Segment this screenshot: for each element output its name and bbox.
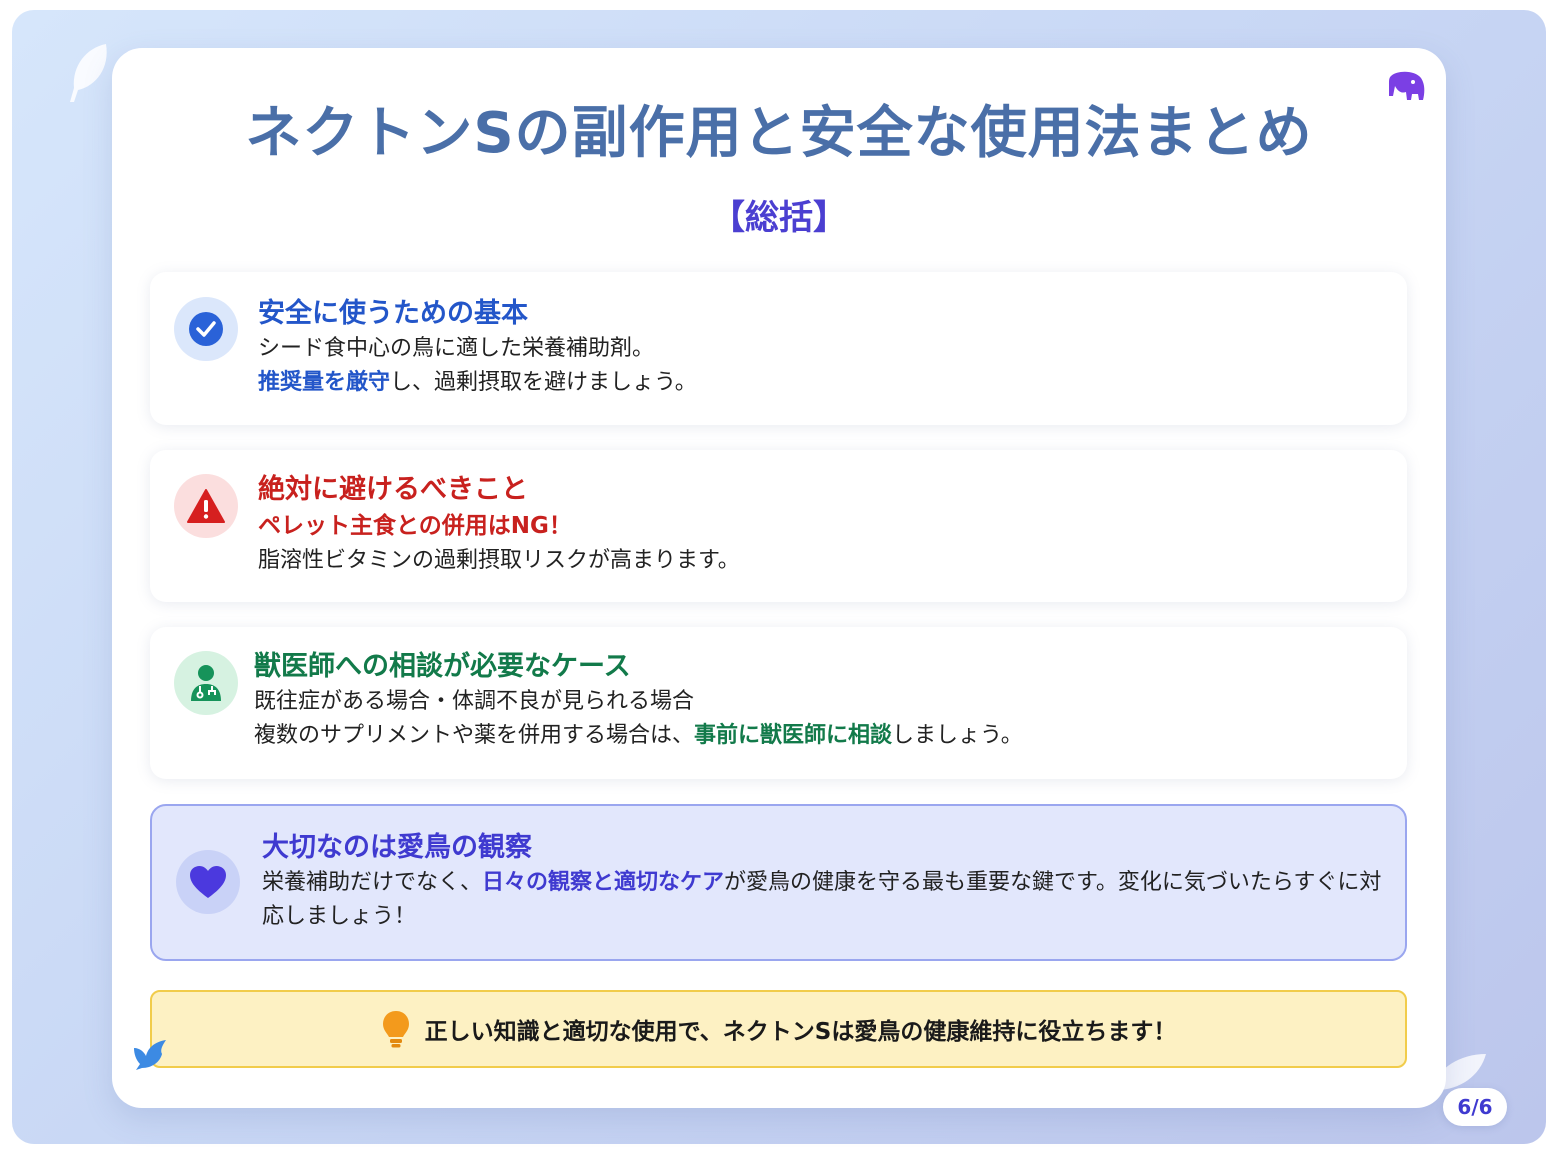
lightbulb-icon bbox=[382, 1011, 409, 1048]
section-text: シード食中心の鳥に適した栄養補助剤。 bbox=[258, 336, 655, 361]
emphasis-text: 事前に獣医師に相談 bbox=[694, 723, 893, 748]
tip-banner: 正しい知識と適切な使用で、ネクトンSは愛鳥の健康維持に役立ちます！ bbox=[150, 990, 1407, 1068]
heart-icon bbox=[176, 850, 240, 914]
section-heading: 大切なのは愛鳥の観察 bbox=[262, 832, 532, 863]
section-safe-basics: 安全に使うための基本 シード食中心の鳥に適した栄養補助剤。 推奨量を厳守し、過剰… bbox=[150, 272, 1407, 425]
section-text: 複数のサプリメントや薬を併用する場合は、事前に獣医師に相談しましょう。 bbox=[254, 719, 1023, 753]
emphasis-text: 推奨量を厳守 bbox=[258, 370, 391, 395]
section-heading: 獣医師への相談が必要なケース bbox=[254, 651, 631, 682]
alert-text: ペレット主食との併用はNG！ bbox=[258, 513, 572, 539]
section-heading: 安全に使うための基本 bbox=[258, 298, 528, 329]
section-text: 脂溶性ビタミンの過剰摂取リスクが高まります。 bbox=[258, 548, 740, 573]
section-observation: 大切なのは愛鳥の観察 栄養補助だけでなく、日々の観察と適切なケアが愛鳥の健康を守… bbox=[150, 804, 1407, 961]
page-subtitle: 【総括】 bbox=[711, 198, 847, 238]
body-text: し、過剰摂取を避けましょう。 bbox=[390, 370, 697, 395]
warning-triangle-icon bbox=[174, 474, 238, 538]
section-text: 栄養補助だけでなく、日々の観察と適切なケアが愛鳥の健康を守る最も重要な鍵です。変… bbox=[262, 866, 1382, 934]
section-heading: 絶対に避けるべきこと bbox=[258, 474, 528, 505]
body-text: 複数のサプリメントや薬を併用する場合は、 bbox=[254, 723, 695, 748]
tip-text: 正しい知識と適切な使用で、ネクトンSは愛鳥の健康維持に役立ちます！ bbox=[424, 1019, 1177, 1045]
section-vet-consult: 獣医師への相談が必要なケース 既往症がある場合・体調不良が見られる場合 複数のサ… bbox=[150, 627, 1407, 779]
emphasis-text: 日々の観察と適切なケア bbox=[482, 870, 725, 895]
section-must-avoid: 絶対に避けるべきこと ペレット主食との併用はNG！ 脂溶性ビタミンの過剰摂取リス… bbox=[150, 450, 1407, 602]
doctor-icon bbox=[174, 651, 238, 715]
page-title: ネクトンSの副作用と安全な使用法まとめ bbox=[245, 101, 1313, 166]
page-indicator: 6/6 bbox=[1443, 1088, 1507, 1126]
body-text: しましょう。 bbox=[892, 723, 1023, 748]
check-circle-icon bbox=[174, 297, 238, 361]
section-text: 既往症がある場合・体調不良が見られる場合 bbox=[254, 689, 695, 714]
section-text: 推奨量を厳守し、過剰摂取を避けましょう。 bbox=[258, 366, 697, 400]
bird-icon bbox=[134, 1040, 166, 1070]
body-text: 栄養補助だけでなく、 bbox=[262, 870, 483, 895]
